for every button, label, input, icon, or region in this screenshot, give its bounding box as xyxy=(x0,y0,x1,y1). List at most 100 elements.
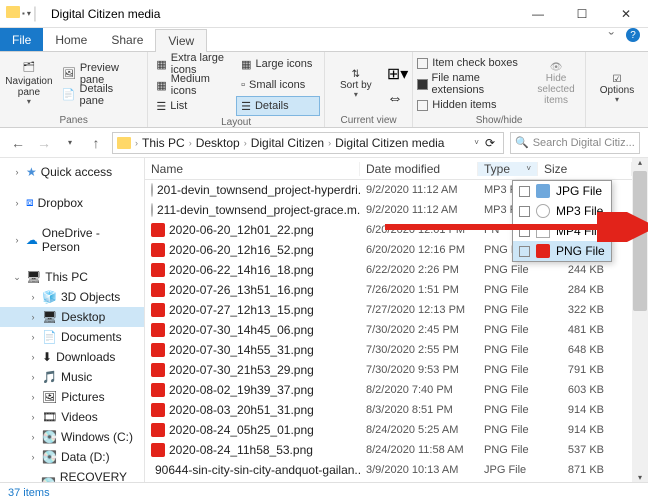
sidebar-item-desktop[interactable]: ›🖥Desktop xyxy=(0,307,144,327)
refresh-icon[interactable]: ⟳ xyxy=(481,136,499,150)
sort-icon: ⇅ xyxy=(352,69,360,80)
file-date: 7/26/2020 1:51 PM xyxy=(360,284,478,296)
sidebar-item-pictures[interactable]: ›🖼Pictures xyxy=(0,387,144,407)
file-type-icon xyxy=(151,363,165,377)
file-type-icon xyxy=(151,203,153,217)
file-type: PNG File xyxy=(478,284,538,296)
lg-icons-label: Large icons xyxy=(256,58,313,70)
sidebar-item-thispc[interactable]: ⌄🖥This PC xyxy=(0,267,144,287)
ribbon-minimize-icon[interactable]: ˇ xyxy=(601,28,622,51)
ribbon-tabs: File Home Share View ˇ ? xyxy=(0,28,648,52)
list-button[interactable]: ☰List xyxy=(152,96,234,116)
hidden-items-toggle[interactable]: Hidden items xyxy=(417,98,527,112)
navigation-sidebar[interactable]: ›★Quick access ›⧈Dropbox ›☁OneDrive - Pe… xyxy=(0,158,145,482)
medium-icons-button[interactable]: ▦Medium icons xyxy=(152,75,235,95)
qat-dropdown-icon[interactable]: ▾ xyxy=(27,9,31,18)
panes-group-label: Panes xyxy=(4,114,143,127)
thispc-label: This PC xyxy=(45,270,88,284)
filter-png[interactable]: PNG File xyxy=(513,241,611,261)
hidden-label: Hidden items xyxy=(432,99,496,111)
filter-jpg[interactable]: JPG File xyxy=(513,181,611,201)
file-size: 648 KB xyxy=(538,344,632,356)
type-filter-dropdown-icon[interactable]: ˅ xyxy=(526,164,531,173)
sidebar-item-dropbox[interactable]: ›⧈Dropbox xyxy=(0,192,144,213)
sidebar-item-ddrive[interactable]: ›💽Data (D:) xyxy=(0,447,144,467)
preview-pane-button[interactable]: 🖼Preview pane xyxy=(58,64,144,84)
options-button[interactable]: ☑ Options ▾ xyxy=(590,61,644,119)
scroll-thumb[interactable] xyxy=(633,171,647,311)
forward-button[interactable]: → xyxy=(34,133,54,153)
show-hide-group-label: Show/hide xyxy=(417,114,581,127)
add-columns-icon[interactable]: ⊞▾ xyxy=(387,64,408,84)
item-checkboxes-toggle[interactable]: Item check boxes xyxy=(417,56,527,70)
file-name: 2020-07-30_14h45_06.png xyxy=(169,323,314,337)
sidebar-item-downloads[interactable]: ›⬇Downloads xyxy=(0,347,144,367)
file-size: 244 KB xyxy=(538,264,632,276)
back-button[interactable]: ← xyxy=(8,133,28,153)
tab-share[interactable]: Share xyxy=(99,28,155,51)
tab-home[interactable]: Home xyxy=(43,28,99,51)
file-row[interactable]: 2020-07-26_13h51_16.png7/26/2020 1:51 PM… xyxy=(145,280,632,300)
help-icon[interactable]: ? xyxy=(626,28,640,42)
column-date[interactable]: Date modified xyxy=(360,162,478,176)
bc-dc[interactable]: Digital Citizen xyxy=(251,136,324,150)
breadcrumb-dropdown-icon[interactable]: ˅ xyxy=(474,138,479,147)
file-name: 2020-08-24_11h58_53.png xyxy=(169,443,313,457)
column-type[interactable]: Type ˅ xyxy=(478,162,538,176)
file-extensions-toggle[interactable]: File name extensions xyxy=(417,71,527,97)
tab-view[interactable]: View xyxy=(155,29,207,52)
search-icon: 🔍 xyxy=(515,136,529,149)
size-columns-icon[interactable]: ⇔ xyxy=(387,90,408,108)
history-dropdown[interactable]: ▾ xyxy=(60,133,80,153)
sidebar-item-edrive[interactable]: ›💽RECOVERY (E:) xyxy=(0,467,144,482)
sidebar-item-videos[interactable]: ›🎞Videos xyxy=(0,407,144,427)
up-button[interactable]: ↑ xyxy=(86,133,106,153)
search-input[interactable]: 🔍 Search Digital Citiz... xyxy=(510,132,640,154)
extra-large-icons-button[interactable]: ▦Extra large icons xyxy=(152,54,235,74)
file-row[interactable]: 2020-08-03_20h51_31.png8/3/2020 8:51 PMP… xyxy=(145,400,632,420)
file-size: 322 KB xyxy=(538,304,632,316)
sidebar-item-onedrive[interactable]: ›☁OneDrive - Person xyxy=(0,223,144,257)
sidebar-item-documents[interactable]: ›📄Documents xyxy=(0,327,144,347)
onedrive-label: OneDrive - Person xyxy=(42,226,140,254)
filter-mp3[interactable]: MP3 File xyxy=(513,201,611,221)
breadcrumb[interactable]: › This PC› Desktop› Digital Citizen› Dig… xyxy=(112,132,504,154)
file-size: 537 KB xyxy=(538,444,632,456)
navpane-icon: 🗂 xyxy=(22,62,36,76)
file-type: PNG File xyxy=(478,364,538,376)
hide-selected-button[interactable]: 👁 Hide selected items xyxy=(531,55,581,113)
bc-dcm[interactable]: Digital Citizen media xyxy=(335,136,444,150)
file-row[interactable]: 245289.jpg2/29/2020 11:58 AMJPG File401 … xyxy=(145,480,632,482)
sidebar-item-cdrive[interactable]: ›💽Windows (C:) xyxy=(0,427,144,447)
file-row[interactable]: 2020-08-02_19h39_37.png8/2/2020 7:40 PMP… xyxy=(145,380,632,400)
file-name: 2020-07-30_14h55_31.png xyxy=(169,343,314,357)
file-row[interactable]: 2020-08-24_11h58_53.png8/24/2020 11:58 A… xyxy=(145,440,632,460)
close-button[interactable]: ✕ xyxy=(604,0,648,28)
bc-desktop[interactable]: Desktop xyxy=(196,136,240,150)
maximize-button[interactable]: ☐ xyxy=(560,0,604,28)
sidebar-item-3dobjects[interactable]: ›🧊3D Objects xyxy=(0,287,144,307)
details-pane-button[interactable]: 📄Details pane xyxy=(58,85,144,105)
file-row[interactable]: 2020-08-24_05h25_01.png8/24/2020 5:25 AM… xyxy=(145,420,632,440)
tab-file[interactable]: File xyxy=(0,28,43,51)
sort-by-button[interactable]: ⇅ Sort by ▾ xyxy=(329,55,383,113)
minimize-button[interactable]: — xyxy=(516,0,560,28)
file-row[interactable]: 2020-07-30_21h53_29.png7/30/2020 9:53 PM… xyxy=(145,360,632,380)
file-row[interactable]: 2020-07-30_14h45_06.png7/30/2020 2:45 PM… xyxy=(145,320,632,340)
column-size[interactable]: Size xyxy=(538,162,632,176)
bc-thispc[interactable]: This PC xyxy=(142,136,185,150)
file-row[interactable]: 2020-06-22_14h16_18.png6/22/2020 2:26 PM… xyxy=(145,260,632,280)
navigation-pane-button[interactable]: 🗂 Navigation pane ▾ xyxy=(4,55,54,113)
file-row[interactable]: 2020-07-30_14h55_31.png7/30/2020 2:55 PM… xyxy=(145,340,632,360)
details-button[interactable]: ☰Details xyxy=(236,96,320,116)
column-name[interactable]: Name xyxy=(145,162,360,176)
file-date: 7/30/2020 9:53 PM xyxy=(360,364,478,376)
file-row[interactable]: 2020-07-27_12h13_15.png7/27/2020 12:13 P… xyxy=(145,300,632,320)
file-row[interactable]: 90644-sin-city-sin-city-andquot-gailan..… xyxy=(145,460,632,480)
filter-mp4[interactable]: MP4 File xyxy=(513,221,611,241)
vertical-scrollbar[interactable]: ▴ ▾ xyxy=(632,158,648,482)
sidebar-item-music[interactable]: ›🎵Music xyxy=(0,367,144,387)
sidebar-item-quick-access[interactable]: ›★Quick access xyxy=(0,162,144,182)
large-icons-button[interactable]: ▦Large icons xyxy=(237,54,320,74)
small-icons-button[interactable]: ▫Small icons xyxy=(237,75,320,95)
